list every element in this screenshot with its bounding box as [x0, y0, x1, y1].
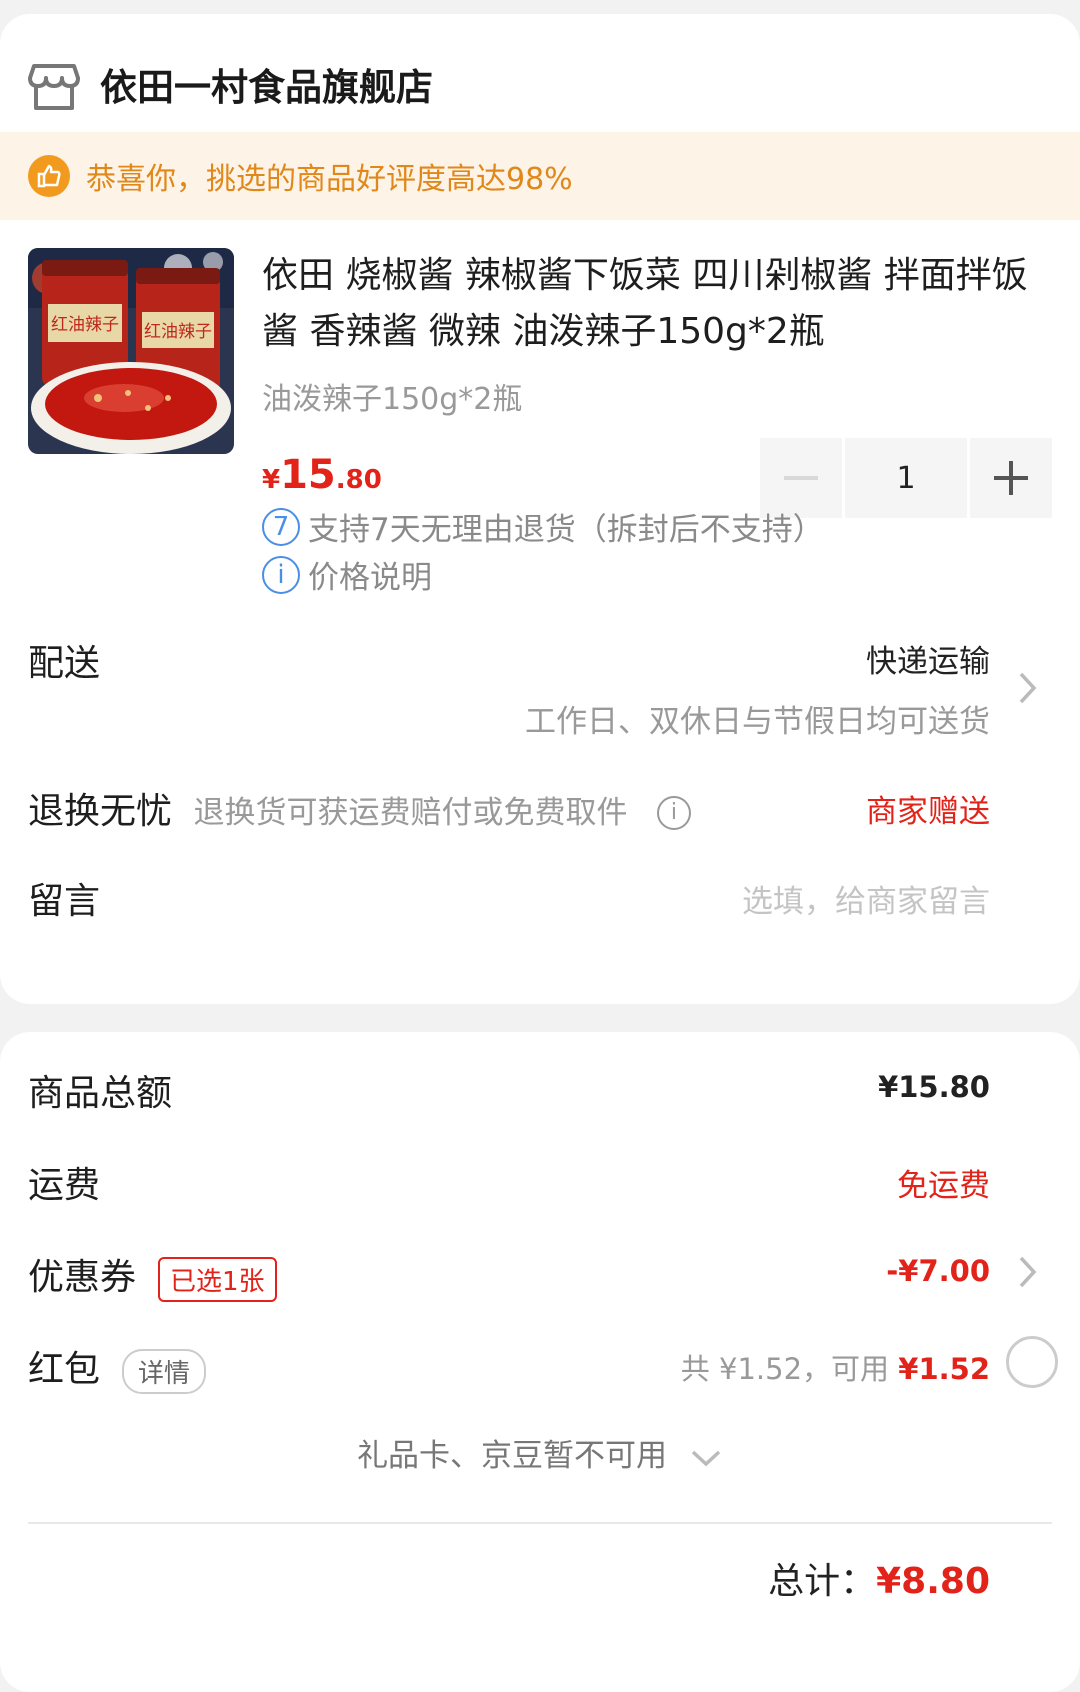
- shipping-value: 免运费: [897, 1168, 990, 1204]
- store-icon: [28, 64, 80, 110]
- plus-icon: [994, 461, 1028, 495]
- shipping-label: 运费: [28, 1165, 101, 1206]
- return-policy-text: 支持7天无理由退货（拆封后不支持）: [308, 512, 824, 548]
- returns-desc: 退换货可获运费赔付或免费取件: [193, 795, 628, 831]
- coupon-tag: 已选1张: [158, 1256, 277, 1302]
- delivery-note: 工作日、双休日与节假日均可送货: [525, 704, 990, 740]
- quantity-value[interactable]: 1: [845, 438, 967, 518]
- chevron-right-icon[interactable]: [1016, 1254, 1040, 1290]
- product-image[interactable]: 红油辣子 红油辣子: [28, 248, 234, 454]
- seven-day-return-icon: 7: [262, 507, 300, 546]
- review-banner: 恭喜你，挑选的商品好评度高达98%: [0, 132, 1080, 220]
- returns-label: 退换无忧: [28, 791, 173, 832]
- price-integer: 15: [280, 452, 336, 498]
- store-name: 依田一村食品旗舰店: [100, 66, 433, 109]
- divider: [28, 1522, 1052, 1524]
- coupon-row[interactable]: 优惠券 已选1张: [28, 1248, 277, 1302]
- store-header[interactable]: 依田一村食品旗舰店: [28, 44, 433, 124]
- giftcard-toggle[interactable]: 礼品卡、京豆暂不可用: [0, 1430, 1080, 1475]
- return-policy[interactable]: 7 支持7天无理由退货（拆封后不支持）: [262, 504, 824, 549]
- order-card: 依田一村食品旗舰店 恭喜你，挑选的商品好评度高达98% 红油辣子 红油辣子 依田…: [0, 14, 1080, 1004]
- jar-label-1: 红油辣子: [51, 315, 119, 335]
- coupon-label: 优惠券: [28, 1257, 137, 1298]
- chevron-right-icon[interactable]: [1016, 670, 1040, 706]
- price-symbol: ¥: [262, 465, 281, 495]
- giftcard-text: 礼品卡、京豆暂不可用: [357, 1438, 668, 1474]
- message-label: 留言: [28, 881, 101, 922]
- price-explanation[interactable]: i 价格说明: [262, 552, 432, 597]
- redpacket-available: ¥1.52: [898, 1352, 990, 1386]
- total-label: 总计：: [768, 1561, 877, 1602]
- product-spec[interactable]: 油泼辣子150g*2瓶: [262, 374, 522, 418]
- minus-icon: [784, 476, 818, 480]
- goods-total-label: 商品总额: [28, 1073, 173, 1114]
- delivery-method[interactable]: 快递运输: [866, 636, 990, 681]
- banner-text: 恭喜你，挑选的商品好评度高达98%: [86, 162, 573, 197]
- goods-total-value: ¥15.80: [878, 1070, 990, 1104]
- redpacket-radio[interactable]: [1006, 1336, 1058, 1388]
- price-explanation-text: 价格说明: [308, 560, 432, 596]
- info-icon: i: [262, 555, 300, 594]
- redpacket-label: 红包: [28, 1349, 101, 1390]
- order-total: 总计：¥8.80: [768, 1552, 990, 1604]
- increase-button[interactable]: [970, 438, 1052, 518]
- summary-card: 商品总额 ¥15.80 运费 免运费 优惠券 已选1张 -¥7.00 红包 详情 共…: [0, 1032, 1080, 1692]
- redpacket-total: 共 ¥1.52，可用: [680, 1352, 899, 1386]
- returns-row: 退换无忧 退换货可获运费赔付或免费取件 i: [28, 782, 691, 834]
- product-title[interactable]: 依田 烧椒酱 辣椒酱下饭菜 四川剁椒酱 拌面拌饭酱 香辣酱 微辣 油泼辣子150…: [262, 248, 1052, 360]
- redpacket-amount: 共 ¥1.52，可用 ¥1.52: [681, 1346, 990, 1388]
- total-value: ¥8.80: [876, 1561, 990, 1602]
- price-decimal: .80: [335, 465, 382, 495]
- redpacket-row: 红包 详情: [28, 1340, 207, 1394]
- info-icon[interactable]: i: [656, 796, 691, 830]
- returns-value: 商家赠送: [866, 794, 990, 830]
- coupon-value: -¥7.00: [886, 1254, 990, 1288]
- jar-label-2: 红油辣子: [144, 322, 212, 342]
- chevron-down-icon: [691, 1450, 721, 1466]
- thumbs-up-icon: [28, 155, 70, 197]
- delivery-label: 配送: [28, 643, 101, 684]
- product-price: ¥15.80: [262, 452, 382, 498]
- redpacket-details-button[interactable]: 详情: [122, 1348, 207, 1394]
- message-input[interactable]: 选填，给商家留言: [742, 876, 990, 921]
